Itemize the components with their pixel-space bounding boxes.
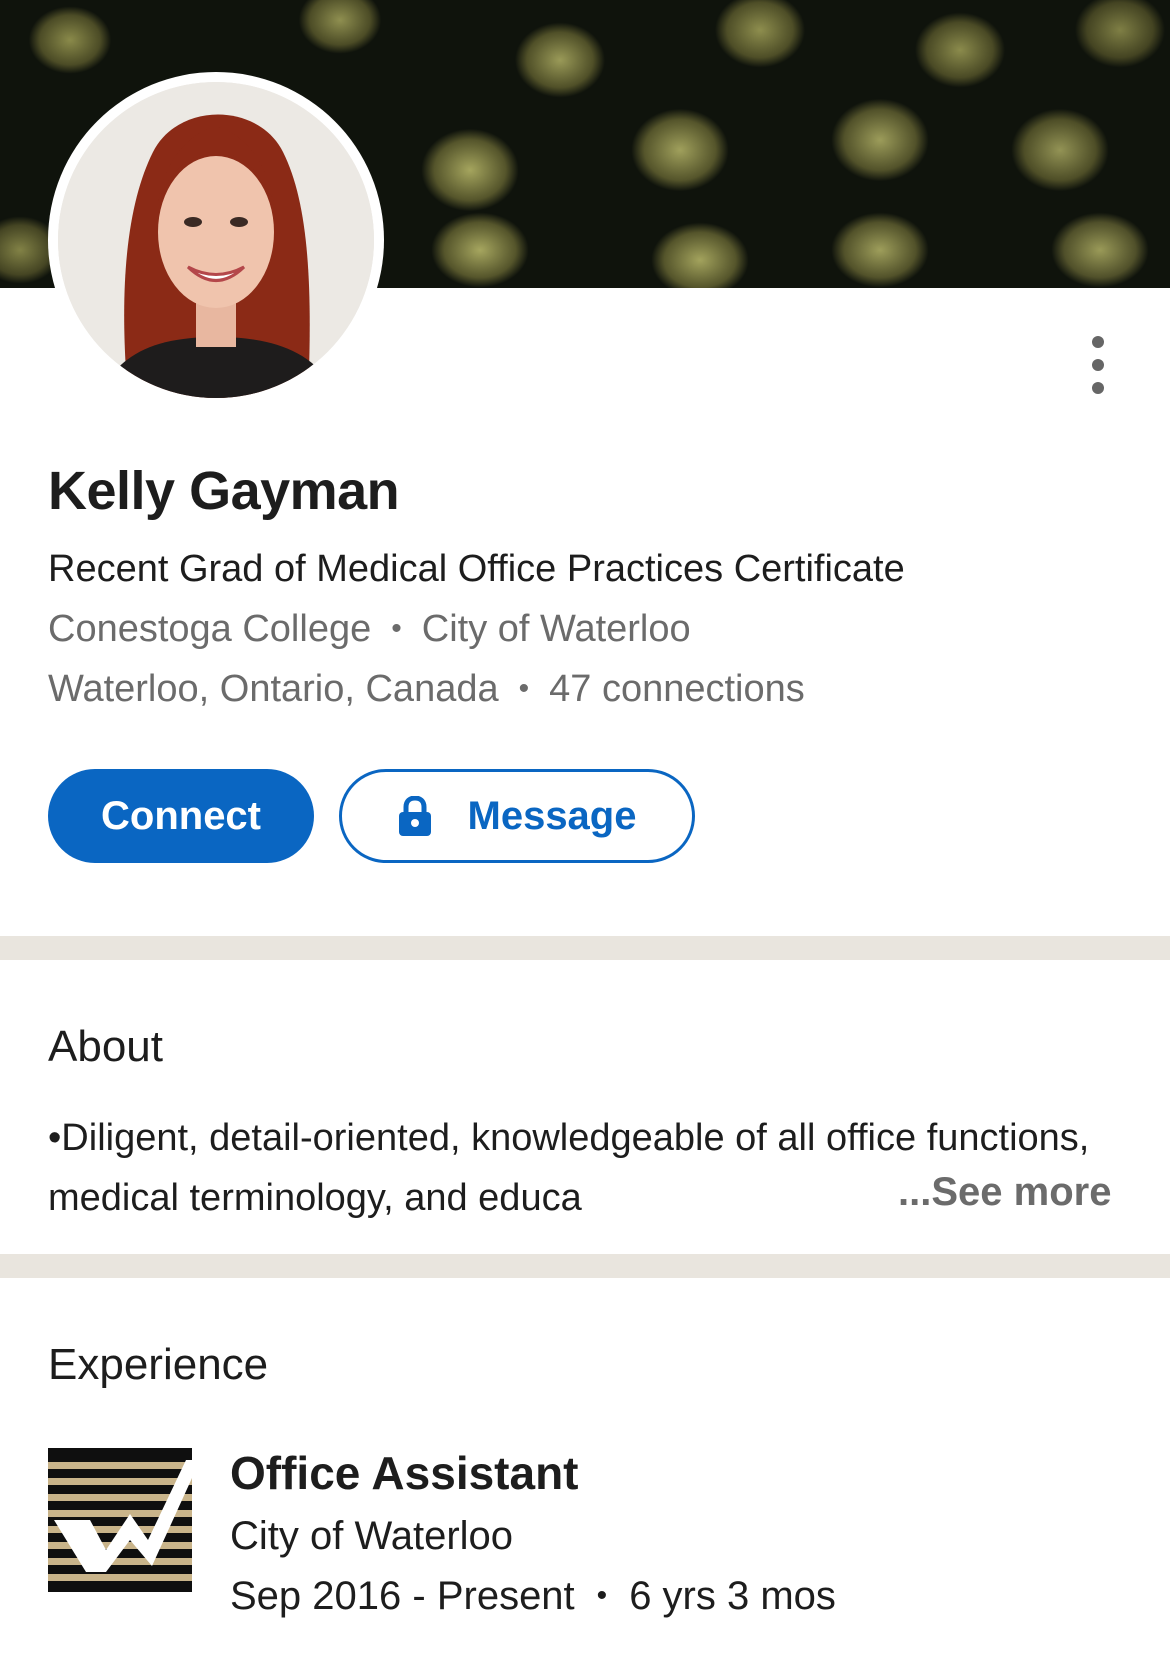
lock-icon bbox=[398, 796, 431, 836]
avatar-portrait bbox=[58, 82, 374, 398]
profile-name: Kelly Gayman bbox=[48, 461, 400, 521]
message-button[interactable]: Message bbox=[339, 769, 695, 863]
profile-photo[interactable] bbox=[48, 72, 384, 408]
city-of-waterloo-logo bbox=[48, 1448, 192, 1592]
education-link[interactable]: Conestoga College bbox=[48, 608, 371, 650]
connect-button-label: Connect bbox=[101, 793, 261, 838]
connections-link[interactable]: 47 connections bbox=[549, 668, 805, 710]
connect-button[interactable]: Connect bbox=[48, 769, 314, 863]
profile-headline: Recent Grad of Medical Office Practices … bbox=[48, 548, 905, 590]
company-link[interactable]: City of Waterloo bbox=[422, 608, 691, 650]
section-divider bbox=[0, 936, 1170, 960]
experience-heading: Experience bbox=[48, 1340, 269, 1389]
section-divider bbox=[0, 1254, 1170, 1278]
separator-dot: • bbox=[518, 672, 530, 705]
job-title[interactable]: Office Assistant bbox=[230, 1446, 579, 1500]
education-company-line: Conestoga College • City of Waterloo bbox=[48, 608, 691, 651]
job-duration: 6 yrs 3 mos bbox=[629, 1574, 836, 1618]
about-heading: About bbox=[48, 1022, 163, 1071]
separator-dot: • bbox=[391, 612, 402, 645]
job-dates: Sep 2016 - Present bbox=[230, 1574, 575, 1618]
job-dates-line: Sep 2016 - Present • 6 yrs 3 mos bbox=[230, 1574, 836, 1619]
more-vertical-icon bbox=[1092, 336, 1104, 348]
more-options-button[interactable] bbox=[1076, 330, 1120, 400]
separator-dot: • bbox=[596, 1579, 608, 1612]
avatar bbox=[58, 82, 374, 398]
job-organization: City of Waterloo bbox=[230, 1514, 514, 1558]
location-text: Waterloo, Ontario, Canada bbox=[48, 668, 499, 710]
company-logo[interactable] bbox=[48, 1448, 192, 1592]
location-line: Waterloo, Ontario, Canada • 47 connections bbox=[48, 668, 805, 711]
message-button-label: Message bbox=[467, 793, 637, 838]
see-more-link[interactable]: ...See more bbox=[898, 1170, 1111, 1215]
